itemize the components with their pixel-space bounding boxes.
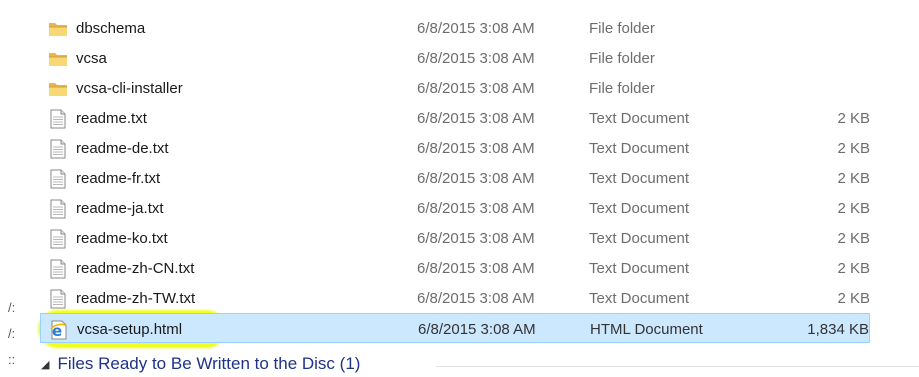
file-name: readme-fr.txt xyxy=(76,170,161,187)
file-type: File folder xyxy=(589,20,655,37)
file-date: 6/8/2015 3:08 AM xyxy=(417,200,535,217)
text-file-icon xyxy=(48,169,68,189)
text-file-icon xyxy=(48,139,68,159)
file-name: readme-ja.txt xyxy=(76,200,164,217)
file-size: 2 KB xyxy=(837,290,870,307)
file-name: readme-zh-CN.txt xyxy=(76,260,195,277)
file-name: vcsa-setup.html xyxy=(77,321,183,338)
file-date: 6/8/2015 3:08 AM xyxy=(417,260,535,277)
group-header-divider xyxy=(436,366,919,367)
file-name: readme.txt xyxy=(76,110,147,127)
file-row-readme-ko[interactable]: readme-ko.txt 6/8/2015 3:08 AM Text Docu… xyxy=(40,223,870,253)
file-row-vcsa[interactable]: vcsa 6/8/2015 3:08 AM File folder xyxy=(40,43,870,73)
group-header-label: Files Ready to Be Written to the Disc (1… xyxy=(57,354,361,373)
file-row-readme-zh-tw[interactable]: readme-zh-TW.txt 6/8/2015 3:08 AM Text D… xyxy=(40,283,870,313)
group-header-files-ready[interactable]: ◢ Files Ready to Be Written to the Disc … xyxy=(41,354,360,374)
file-name: dbschema xyxy=(76,20,146,37)
file-row-readme-de[interactable]: readme-de.txt 6/8/2015 3:08 AM Text Docu… xyxy=(40,133,870,163)
file-row-readme-fr[interactable]: readme-fr.txt 6/8/2015 3:08 AM Text Docu… xyxy=(40,163,870,193)
file-date: 6/8/2015 3:08 AM xyxy=(417,80,535,97)
file-name: readme-ko.txt xyxy=(76,230,168,247)
file-row-vcsa-cli-installer[interactable]: vcsa-cli-installer 6/8/2015 3:08 AM File… xyxy=(40,73,870,103)
folder-icon xyxy=(48,79,68,99)
file-type: Text Document xyxy=(589,170,690,187)
file-type: File folder xyxy=(589,80,655,97)
explorer-file-pane: /: /: :: dbschema 6/8/2015 3:08 AM File … xyxy=(0,0,919,377)
file-type: HTML Document xyxy=(590,321,703,338)
text-file-icon xyxy=(48,199,68,219)
file-row-readme[interactable]: readme.txt 6/8/2015 3:08 AM Text Documen… xyxy=(40,103,870,133)
folder-icon xyxy=(48,49,68,69)
file-date: 6/8/2015 3:08 AM xyxy=(417,110,535,127)
ie-html-icon: e xyxy=(49,320,69,340)
file-size: 2 KB xyxy=(837,200,870,217)
file-size: 2 KB xyxy=(837,170,870,187)
navigation-pane-edge: /: /: :: xyxy=(0,0,30,377)
file-size: 2 KB xyxy=(837,140,870,157)
file-type: Text Document xyxy=(589,230,690,247)
file-name: readme-zh-TW.txt xyxy=(76,290,196,307)
file-date: 6/8/2015 3:08 AM xyxy=(417,290,535,307)
file-row-vcsa-setup-html[interactable]: e vcsa-setup.html 6/8/2015 3:08 AM HTML … xyxy=(40,313,870,343)
file-name: vcsa-cli-installer xyxy=(76,80,183,97)
file-date: 6/8/2015 3:08 AM xyxy=(417,170,535,187)
file-row-dbschema[interactable]: dbschema 6/8/2015 3:08 AM File folder xyxy=(40,13,870,43)
text-file-icon xyxy=(48,229,68,249)
file-type: Text Document xyxy=(589,290,690,307)
file-date: 6/8/2015 3:08 AM xyxy=(417,50,535,67)
file-type: Text Document xyxy=(589,140,690,157)
collapse-triangle-icon[interactable]: ◢ xyxy=(41,358,49,371)
file-date: 6/8/2015 3:08 AM xyxy=(417,140,535,157)
file-date: 6/8/2015 3:08 AM xyxy=(417,20,535,37)
truncated-nav-text: /: xyxy=(8,300,16,315)
file-type: File folder xyxy=(589,50,655,67)
file-date: 6/8/2015 3:08 AM xyxy=(418,321,536,338)
truncated-nav-text: :: xyxy=(8,352,16,367)
file-size: 2 KB xyxy=(837,110,870,127)
file-row-readme-ja[interactable]: readme-ja.txt 6/8/2015 3:08 AM Text Docu… xyxy=(40,193,870,223)
text-file-icon xyxy=(48,259,68,279)
folder-icon xyxy=(48,19,68,39)
file-size: 1,834 KB xyxy=(807,321,869,338)
truncated-nav-text: /: xyxy=(8,326,16,341)
file-list: dbschema 6/8/2015 3:08 AM File folder vc… xyxy=(40,13,870,343)
file-type: Text Document xyxy=(589,200,690,217)
file-size: 2 KB xyxy=(837,230,870,247)
file-size: 2 KB xyxy=(837,260,870,277)
text-file-icon xyxy=(48,289,68,309)
file-name: readme-de.txt xyxy=(76,140,169,157)
text-file-icon xyxy=(48,109,68,129)
file-type: Text Document xyxy=(589,260,690,277)
file-type: Text Document xyxy=(589,110,690,127)
file-date: 6/8/2015 3:08 AM xyxy=(417,230,535,247)
file-name: vcsa xyxy=(76,50,107,67)
file-row-readme-zh-cn[interactable]: readme-zh-CN.txt 6/8/2015 3:08 AM Text D… xyxy=(40,253,870,283)
